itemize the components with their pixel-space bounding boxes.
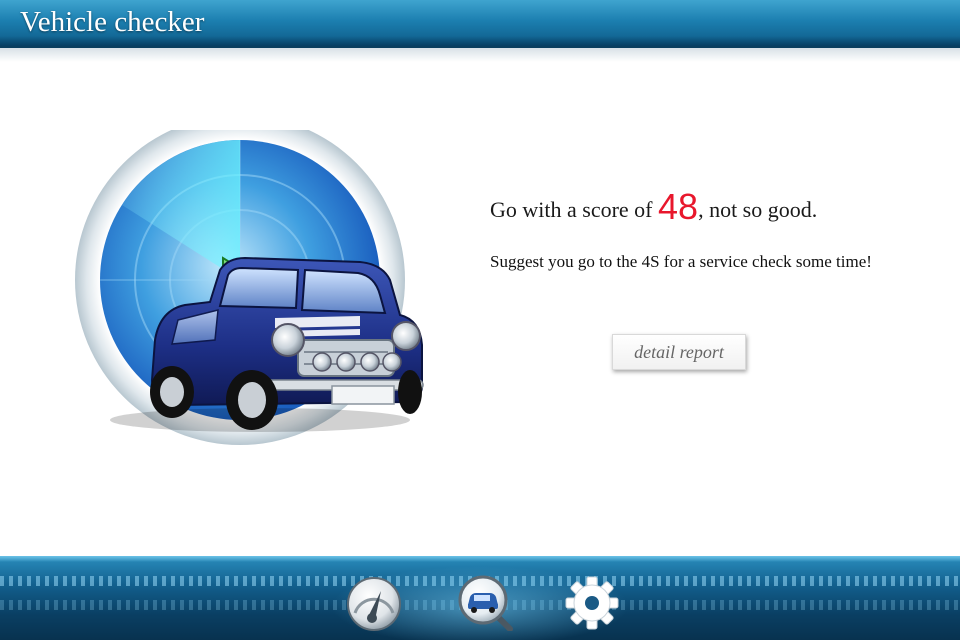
detail-report-button[interactable]: detail report	[612, 334, 746, 370]
vehicle-check-button[interactable]	[456, 573, 514, 631]
score-value: 48	[658, 186, 699, 227]
score-prefix: Go with a score of	[490, 197, 659, 222]
radar-car-image	[75, 115, 424, 445]
score-message: Go with a score of 48, not so good.	[490, 186, 817, 228]
settings-button[interactable]	[563, 573, 621, 631]
header-shadow	[0, 48, 960, 62]
speedometer-button[interactable]	[345, 573, 403, 631]
app-window: Vehicle checker Go with a score of 48, n…	[0, 0, 960, 640]
score-suffix: , not so good.	[698, 197, 818, 222]
app-title: Vehicle checker	[20, 6, 205, 38]
gear-icon	[565, 576, 619, 630]
service-suggestion: Suggest you go to the 4S for a service c…	[490, 252, 872, 271]
car-magnifier-icon	[458, 575, 513, 631]
title-bar: Vehicle checker	[0, 0, 960, 48]
speedometer-icon	[347, 577, 401, 631]
vehicle-radar-illustration	[60, 115, 460, 460]
